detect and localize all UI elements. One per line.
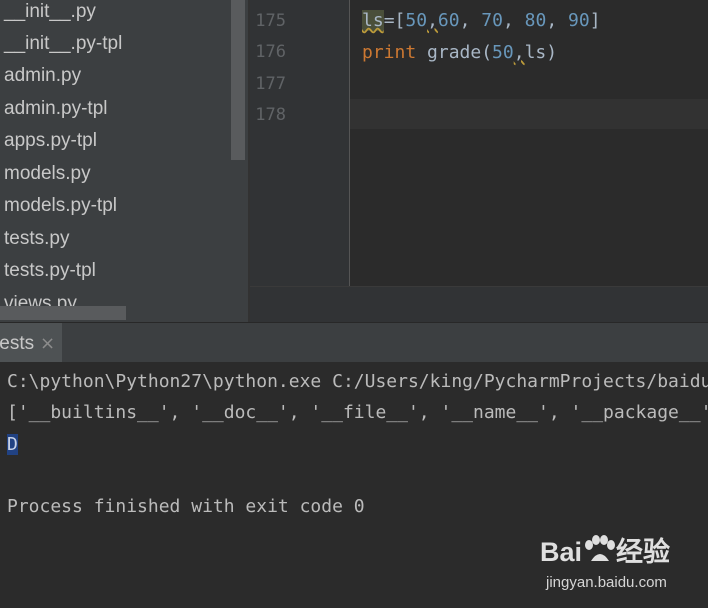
watermark-logo: Bai 经验	[540, 530, 670, 569]
variable-ls: ls	[362, 10, 384, 31]
tree-file-models-tpl[interactable]: models.py-tpl	[4, 191, 117, 221]
run-tab-label: tests	[0, 333, 35, 354]
close-icon[interactable]: ×	[40, 323, 55, 365]
tree-file-init-tpl[interactable]: __init__.py-tpl	[4, 29, 122, 59]
current-line-highlight	[350, 99, 708, 129]
code-token: ,	[459, 10, 482, 31]
tree-file-tests-tpl[interactable]: tests.py-tpl	[4, 256, 96, 286]
code-token: ,	[513, 42, 525, 63]
run-tab-tests[interactable]: tests ×	[0, 323, 62, 363]
code-token: grade(	[416, 42, 493, 63]
code-token: ,	[546, 10, 569, 31]
tree-file-init-py[interactable]: __init__.py	[4, 0, 96, 27]
tree-file-models-py[interactable]: models.py	[4, 159, 91, 189]
console-line: D	[7, 430, 18, 460]
line-number: 175	[255, 11, 286, 31]
line-number: 178	[255, 105, 286, 125]
code-line-175[interactable]: ls=[50,60, 70, 80, 90]	[362, 6, 601, 36]
console-line: Process finished with exit code 0	[7, 496, 365, 517]
baidu-watermark: Bai 经验 jingyan.baidu.com	[540, 530, 690, 596]
tree-horizontal-scrollbar[interactable]	[0, 306, 126, 320]
editor-bottom-area	[250, 286, 708, 323]
code-token: ,	[427, 10, 438, 31]
keyword-print: print	[362, 42, 417, 63]
code-token: =[	[383, 10, 406, 31]
watermark-brand: Bai	[540, 537, 583, 567]
number-token: 50	[492, 42, 514, 63]
line-number: 177	[255, 74, 286, 94]
console-line: ['__builtins__', '__doc__', '__file__', …	[7, 402, 708, 423]
run-tool-window-header: tests ×	[0, 322, 708, 363]
code-line-176[interactable]: print grade(50,ls)	[362, 38, 557, 68]
tree-file-tests-py[interactable]: tests.py	[4, 224, 69, 254]
tree-vertical-scrollbar[interactable]	[231, 0, 245, 160]
code-token: ls	[524, 42, 547, 63]
paw-icon	[585, 535, 616, 561]
tree-file-admin-tpl[interactable]: admin.py-tpl	[4, 94, 108, 124]
number-token: 80	[524, 10, 547, 31]
tree-file-apps-tpl[interactable]: apps.py-tpl	[4, 126, 97, 156]
code-editor[interactable]: ls=[50,60, 70, 80, 90] print grade(50,ls…	[350, 0, 708, 286]
number-token: 90	[568, 10, 590, 31]
number-token: 70	[481, 10, 503, 31]
code-token: )	[546, 42, 558, 63]
line-number: 176	[255, 42, 286, 62]
watermark-suffix: 经验	[616, 537, 671, 567]
line-number-gutter: 175 176 177 178	[250, 0, 349, 286]
number-token: 50	[405, 10, 428, 31]
project-tree: __init__.py __init__.py-tpl admin.py adm…	[0, 0, 248, 322]
number-token: 60	[437, 10, 460, 31]
code-token: ]	[589, 10, 601, 31]
selected-output: D	[7, 434, 18, 455]
code-token: ,	[502, 10, 525, 31]
tree-file-admin-py[interactable]: admin.py	[4, 61, 81, 91]
console-line: C:\python\Python27\python.exe C:/Users/k…	[7, 371, 708, 392]
watermark-url: jingyan.baidu.com	[546, 574, 667, 591]
